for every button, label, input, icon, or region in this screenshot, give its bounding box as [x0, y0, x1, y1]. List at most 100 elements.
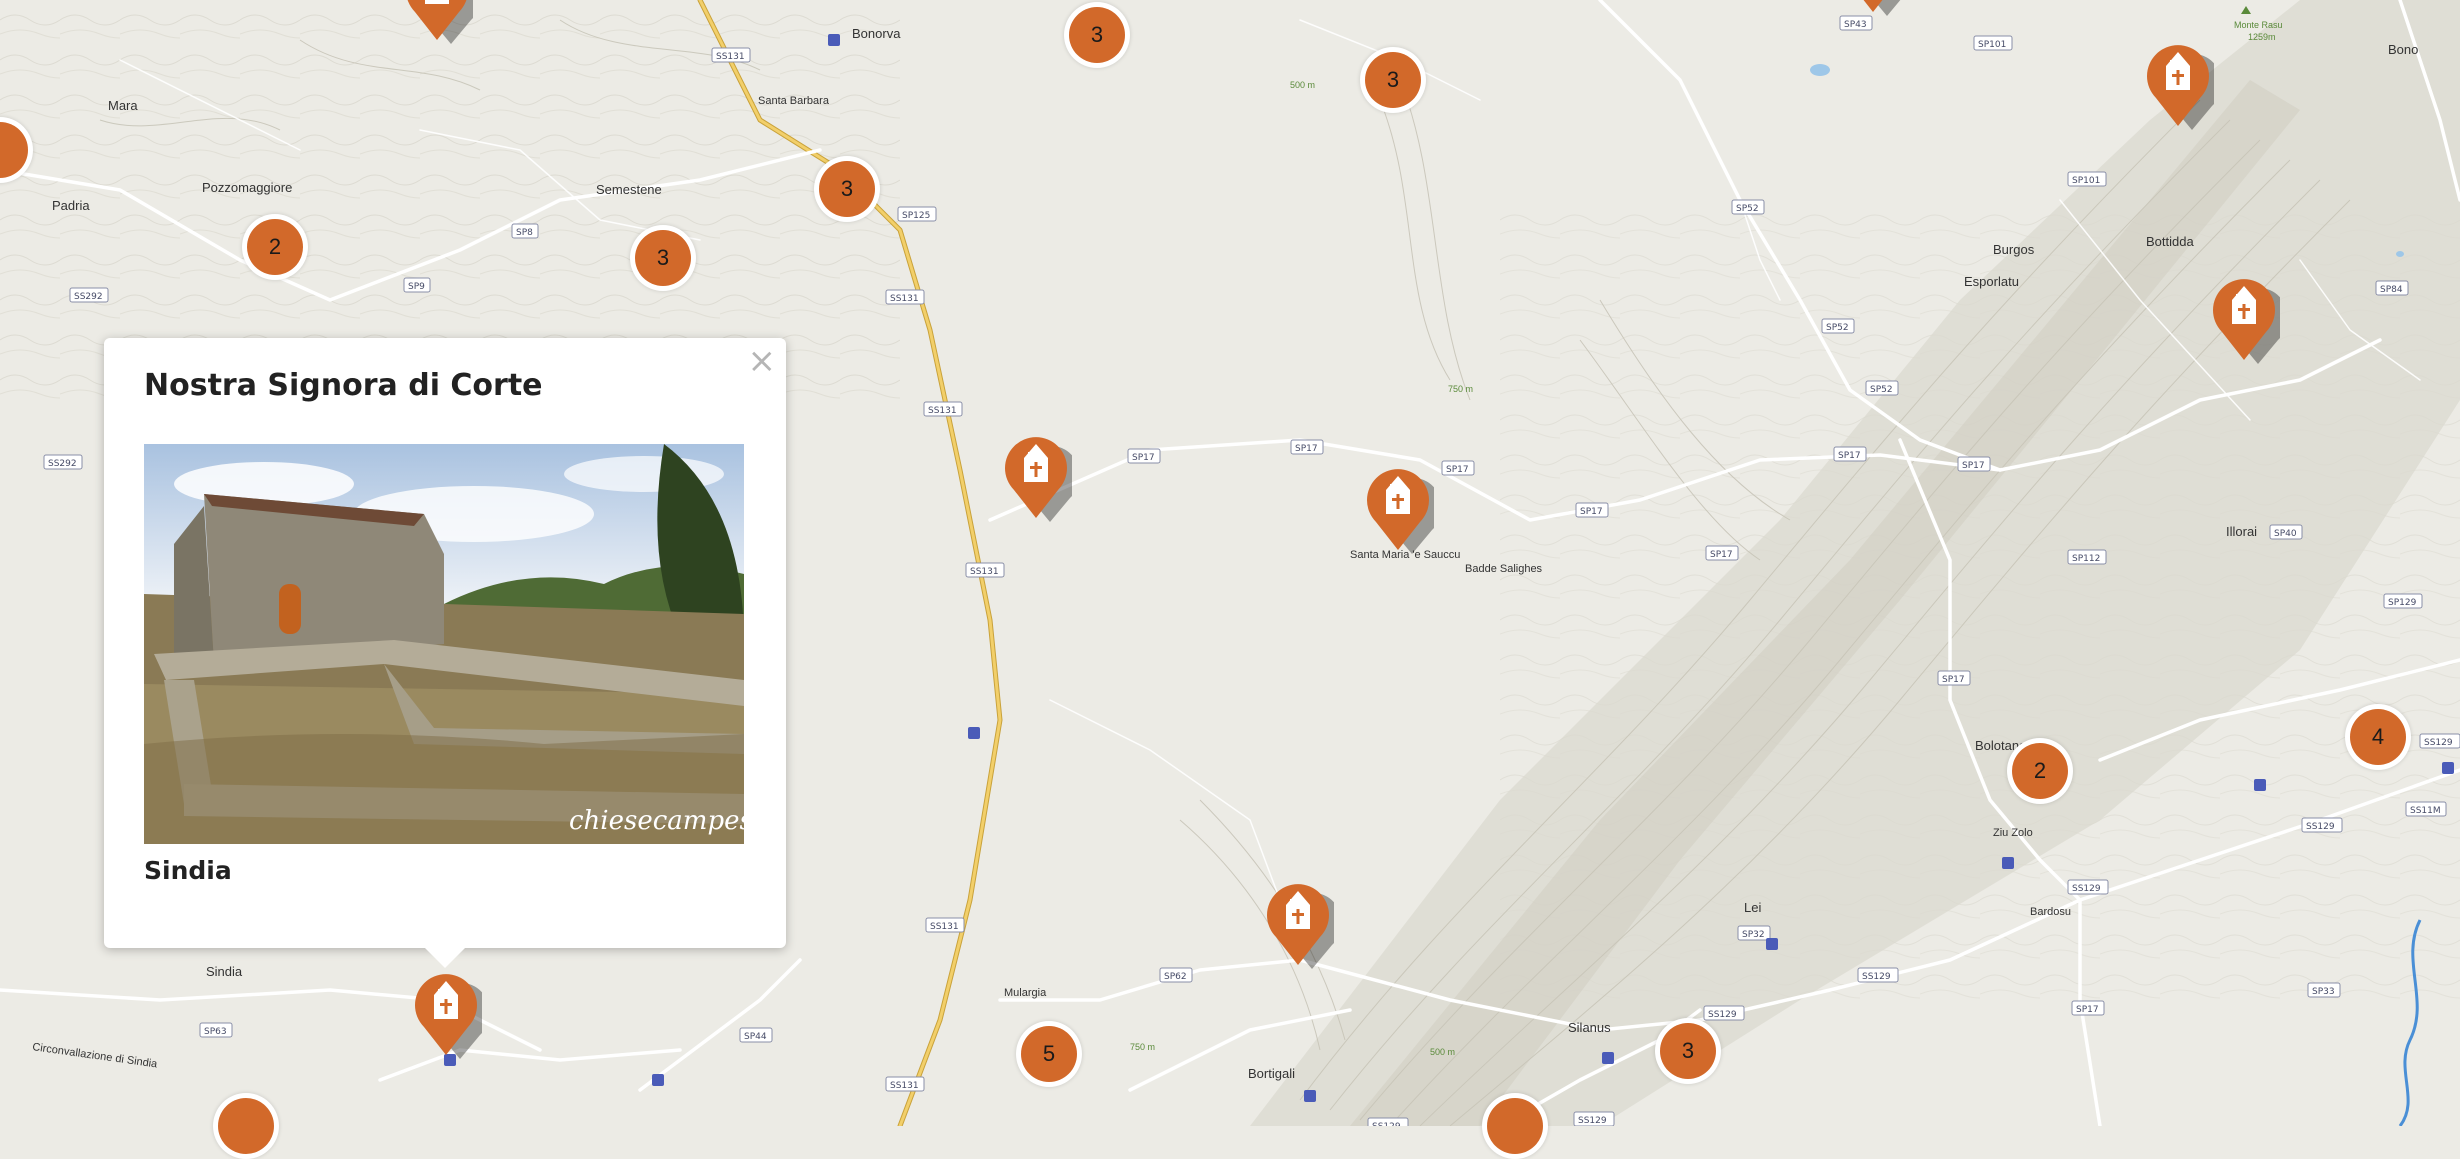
svg-text:SS129: SS129 — [2306, 822, 2335, 832]
cluster-marker[interactable]: 3 — [630, 225, 696, 291]
svg-text:SS129: SS129 — [2072, 884, 2101, 894]
church-marker[interactable] — [1264, 879, 1342, 969]
road-shield: SS129 — [2419, 733, 2460, 749]
road-shield: SP101 — [2067, 171, 2107, 187]
church-marker[interactable] — [1002, 432, 1080, 522]
place-label-mara: Mara — [108, 98, 138, 113]
road-shield: SP17 — [1575, 502, 1609, 518]
church-marker[interactable] — [1839, 0, 1917, 16]
road-shield: SS129 — [1573, 1111, 1615, 1126]
place-label-silanus: Silanus — [1568, 1020, 1611, 1035]
train-station-icon — [2254, 779, 2266, 791]
svg-text:SP52: SP52 — [1870, 385, 1893, 395]
cluster-marker[interactable]: 3 — [1655, 1018, 1721, 1084]
cluster-marker[interactable]: 2 — [242, 214, 308, 280]
road-shield: SP17 — [2071, 1000, 2105, 1016]
svg-text:SP40: SP40 — [2274, 529, 2297, 539]
train-station-icon — [828, 34, 840, 46]
svg-text:SP63: SP63 — [204, 1027, 227, 1037]
road-shield: SP17 — [1127, 448, 1161, 464]
road-shield: SP32 — [1737, 925, 1771, 941]
church-photo: chiesecampestri.it — [144, 444, 744, 844]
road-shield: SP40 — [2269, 524, 2303, 540]
cluster-count: 3 — [635, 230, 691, 286]
train-station-icon — [2442, 762, 2454, 774]
contour-label-750: 750 m — [1130, 1042, 1155, 1052]
road-shield: SP17 — [1290, 439, 1324, 455]
cluster-count: 5 — [1021, 1026, 1077, 1082]
cluster-marker[interactable]: 4 — [2345, 704, 2411, 770]
road-shield: SS292 — [43, 454, 83, 470]
place-label-lei: Lei — [1744, 900, 1761, 915]
cluster-count: 2 — [2012, 743, 2068, 799]
train-station-icon — [968, 727, 980, 739]
road-shield: SS11M — [2405, 801, 2447, 817]
svg-text:SS131: SS131 — [890, 294, 919, 304]
cluster-count: 3 — [819, 161, 875, 217]
road-shield: SS131 — [925, 917, 965, 933]
svg-text:SP84: SP84 — [2380, 285, 2403, 295]
cluster-count: 3 — [1660, 1023, 1716, 1079]
popup-title: Nostra Signora di Corte — [144, 368, 543, 403]
svg-text:SS131: SS131 — [930, 922, 959, 932]
cluster-count: 3 — [1365, 52, 1421, 108]
cluster-marker[interactable] — [1482, 1093, 1548, 1159]
road-shield: SS131 — [885, 1076, 925, 1092]
road-shield: SS131 — [711, 47, 751, 63]
cluster-count: 2 — [247, 219, 303, 275]
church-marker[interactable] — [2210, 274, 2288, 364]
svg-text:SS131: SS131 — [890, 1081, 919, 1091]
church-marker[interactable] — [403, 0, 481, 44]
church-marker[interactable] — [2144, 40, 2222, 130]
place-label-esporlatu: Esporlatu — [1964, 274, 2019, 289]
svg-text:SP62: SP62 — [1164, 972, 1187, 982]
cluster-count — [1487, 1098, 1543, 1154]
place-label-mulargia: Mulargia — [1004, 987, 1047, 999]
train-station-icon — [652, 1074, 664, 1086]
svg-text:SP101: SP101 — [2072, 176, 2100, 186]
svg-text:SP33: SP33 — [2312, 987, 2335, 997]
road-shield: SP17 — [1705, 545, 1739, 561]
svg-text:SP125: SP125 — [902, 211, 930, 221]
cluster-marker[interactable] — [213, 1093, 279, 1159]
svg-text:SP52: SP52 — [1826, 323, 1849, 333]
road-shield: SP52 — [1821, 318, 1855, 334]
svg-text:SS129: SS129 — [1862, 972, 1891, 982]
svg-text:SP17: SP17 — [1132, 453, 1155, 463]
church-marker-selected[interactable] — [412, 969, 490, 1059]
svg-text:SP8: SP8 — [516, 228, 533, 238]
road-shield: SP17 — [1441, 460, 1475, 476]
road-shield: SP101 — [1973, 35, 2013, 51]
road-shield: SP52 — [1865, 380, 1899, 396]
place-label-padria: Padria — [52, 198, 90, 213]
road-shield: SS129 — [2067, 879, 2109, 895]
road-shield: SP17 — [1833, 446, 1867, 462]
svg-text:SS129: SS129 — [1578, 1116, 1607, 1126]
cluster-marker[interactable]: 3 — [1064, 2, 1130, 68]
svg-text:SS129: SS129 — [2424, 738, 2453, 748]
svg-text:SS131: SS131 — [970, 567, 999, 577]
cluster-marker[interactable]: 2 — [2007, 738, 2073, 804]
place-label-illorai: Illorai — [2226, 524, 2257, 539]
road-shield: SP129 — [2383, 593, 2423, 609]
train-station-icon — [1602, 1052, 1614, 1064]
place-label-badde-salighes: Badde Salighes — [1465, 563, 1543, 575]
road-shield: SP125 — [897, 206, 937, 222]
train-station-icon — [2002, 857, 2014, 869]
cluster-marker[interactable]: 3 — [814, 156, 880, 222]
cluster-count — [0, 122, 28, 178]
church-marker[interactable] — [1364, 464, 1442, 554]
svg-text:SP17: SP17 — [1838, 451, 1861, 461]
road-shield: SS129 — [1857, 967, 1899, 983]
place-label-sindia: Sindia — [206, 964, 243, 979]
close-button[interactable]: × — [748, 344, 777, 378]
svg-text:SP17: SP17 — [1295, 444, 1318, 454]
place-label-ziu-zolo: Ziu Zolo — [1993, 827, 2033, 839]
svg-text:SP17: SP17 — [1446, 465, 1469, 475]
road-shield: SS129 — [1703, 1005, 1745, 1021]
cluster-marker[interactable]: 3 — [1360, 47, 1426, 113]
road-shield: SP84 — [2375, 280, 2409, 296]
cluster-marker[interactable]: 5 — [1016, 1021, 1082, 1087]
info-popup: × Nostra Signora di Corte chiesecampestr… — [104, 338, 786, 968]
svg-text:SP129: SP129 — [2388, 598, 2417, 608]
